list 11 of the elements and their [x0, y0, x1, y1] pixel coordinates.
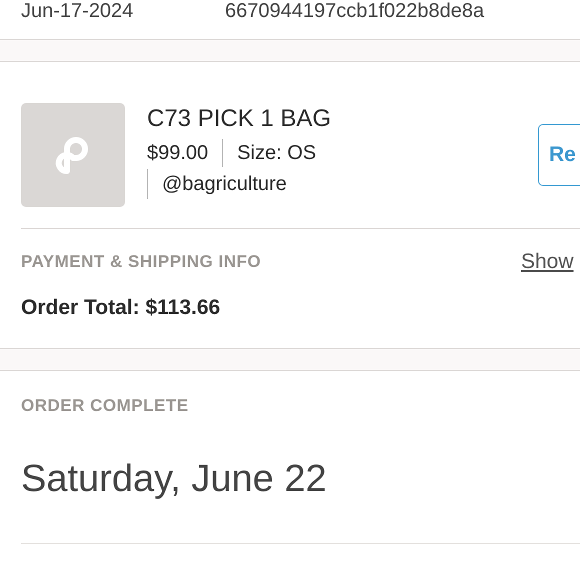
section-heading: ORDER COMPLETE	[21, 395, 190, 417]
order-id: 6670944197ccb1f022b8de8a	[225, 0, 484, 22]
item-title: C73 PICK 1 BAG	[147, 104, 332, 134]
order-date: Jun-17-2024	[21, 0, 134, 22]
item-size: Size: OS	[237, 141, 316, 166]
order-total: Order Total: $113.66	[21, 295, 220, 322]
section-heading: PAYMENT & SHIPPING INFO	[21, 251, 262, 274]
item-price: $99.00	[147, 141, 208, 166]
completion-date: Saturday, June 22	[21, 457, 328, 501]
seller-username: @bagriculture	[162, 172, 287, 197]
show-link[interactable]: Show	[521, 246, 580, 278]
